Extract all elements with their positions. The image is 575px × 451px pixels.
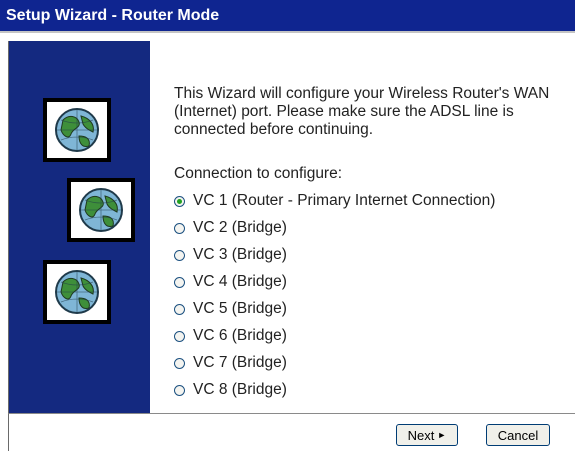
- radio-button[interactable]: [174, 330, 185, 342]
- wizard-sidebar: [8, 41, 151, 413]
- next-button[interactable]: Next ►: [396, 424, 458, 446]
- option-label: VC 8 (Bridge): [193, 381, 287, 398]
- radio-button[interactable]: [174, 357, 185, 369]
- setup-wizard-window: Setup Wizard - Router Mode This Wizard w…: [0, 0, 575, 451]
- option-vc6[interactable]: VC 6 (Bridge): [174, 326, 287, 346]
- window-title: Setup Wizard - Router Mode: [0, 0, 575, 33]
- globe-icon: [67, 178, 135, 242]
- cancel-button[interactable]: Cancel: [486, 424, 550, 446]
- radio-button[interactable]: [174, 195, 185, 207]
- option-label: VC 3 (Bridge): [193, 246, 287, 263]
- wizard-content: This Wizard will configure your Wireless…: [150, 41, 575, 413]
- radio-button[interactable]: [174, 384, 185, 396]
- radio-selected-dot: [177, 198, 182, 204]
- option-label: VC 7 (Bridge): [193, 354, 287, 371]
- option-vc8[interactable]: VC 8 (Bridge): [174, 380, 287, 400]
- connection-label: Connection to configure:: [174, 165, 343, 182]
- option-label: VC 1 (Router - Primary Internet Connecti…: [193, 192, 496, 209]
- option-vc2[interactable]: VC 2 (Bridge): [174, 218, 287, 238]
- chevron-right-icon: ►: [437, 430, 447, 440]
- radio-button[interactable]: [174, 276, 185, 288]
- option-label: VC 5 (Bridge): [193, 300, 287, 317]
- intro-text: This Wizard will configure your Wireless…: [174, 85, 550, 138]
- title-divider: [0, 33, 575, 41]
- option-label: VC 2 (Bridge): [193, 219, 287, 236]
- option-label: VC 6 (Bridge): [193, 327, 287, 344]
- radio-button[interactable]: [174, 249, 185, 261]
- wizard-footer: Next ► Cancel: [8, 413, 575, 451]
- option-label: VC 4 (Bridge): [193, 273, 287, 290]
- option-vc7[interactable]: VC 7 (Bridge): [174, 353, 287, 373]
- radio-button[interactable]: [174, 222, 185, 234]
- globe-icon: [43, 98, 111, 162]
- radio-button[interactable]: [174, 303, 185, 315]
- next-button-label: Next: [407, 427, 435, 443]
- option-vc5[interactable]: VC 5 (Bridge): [174, 299, 287, 319]
- globe-icon: [43, 260, 111, 324]
- option-vc3[interactable]: VC 3 (Bridge): [174, 245, 287, 265]
- option-vc1[interactable]: VC 1 (Router - Primary Internet Connecti…: [174, 191, 495, 211]
- option-vc4[interactable]: VC 4 (Bridge): [174, 272, 287, 292]
